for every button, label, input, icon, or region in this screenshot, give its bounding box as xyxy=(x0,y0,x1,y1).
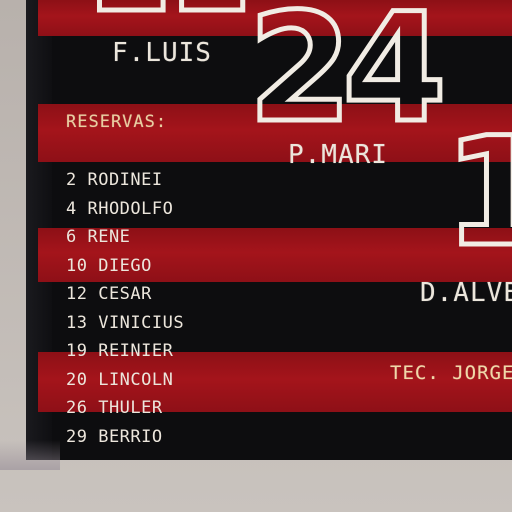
reserve-player: 4 RHODOLFO xyxy=(66,198,174,219)
shirt-number-center: 24 xyxy=(246,0,450,156)
reserves-heading: RESERVAS: xyxy=(66,112,168,132)
lineup-board: 21 24 1 F.LUIS P.MARI D.ALVE RESERVAS: 2… xyxy=(26,0,512,460)
shirt-number-right: 1 xyxy=(441,106,512,280)
player-name-center: P.MARI xyxy=(288,140,388,170)
reserve-player: 29 BERRIO xyxy=(66,426,163,447)
reserve-player: 20 LINCOLN xyxy=(66,369,174,390)
coach-name: TEC. JORGE J xyxy=(390,362,512,384)
reserves-list: 2 RODINEI 4 RHODOLFO 6 RENE 10 DIEGO 12 … xyxy=(66,166,184,451)
reserve-player: 26 THULER xyxy=(66,398,163,418)
player-name-top-left: F.LUIS xyxy=(112,38,212,68)
reserve-player: 13 VINICIUS xyxy=(66,312,185,333)
photo-scene: 21 24 1 F.LUIS P.MARI D.ALVE RESERVAS: 2… xyxy=(0,0,512,512)
reserve-player: 10 DIEGO xyxy=(66,255,152,276)
reserve-player: 12 CESAR xyxy=(66,284,152,304)
shirt-number-top: 21 xyxy=(88,0,254,32)
reserve-player: 6 RENE xyxy=(66,227,131,247)
reserve-player: 2 RODINEI xyxy=(66,170,163,190)
player-name-right: D.ALVE xyxy=(420,278,512,308)
foreground-shadow xyxy=(0,440,60,470)
reserve-player: 19 REINIER xyxy=(66,341,174,361)
